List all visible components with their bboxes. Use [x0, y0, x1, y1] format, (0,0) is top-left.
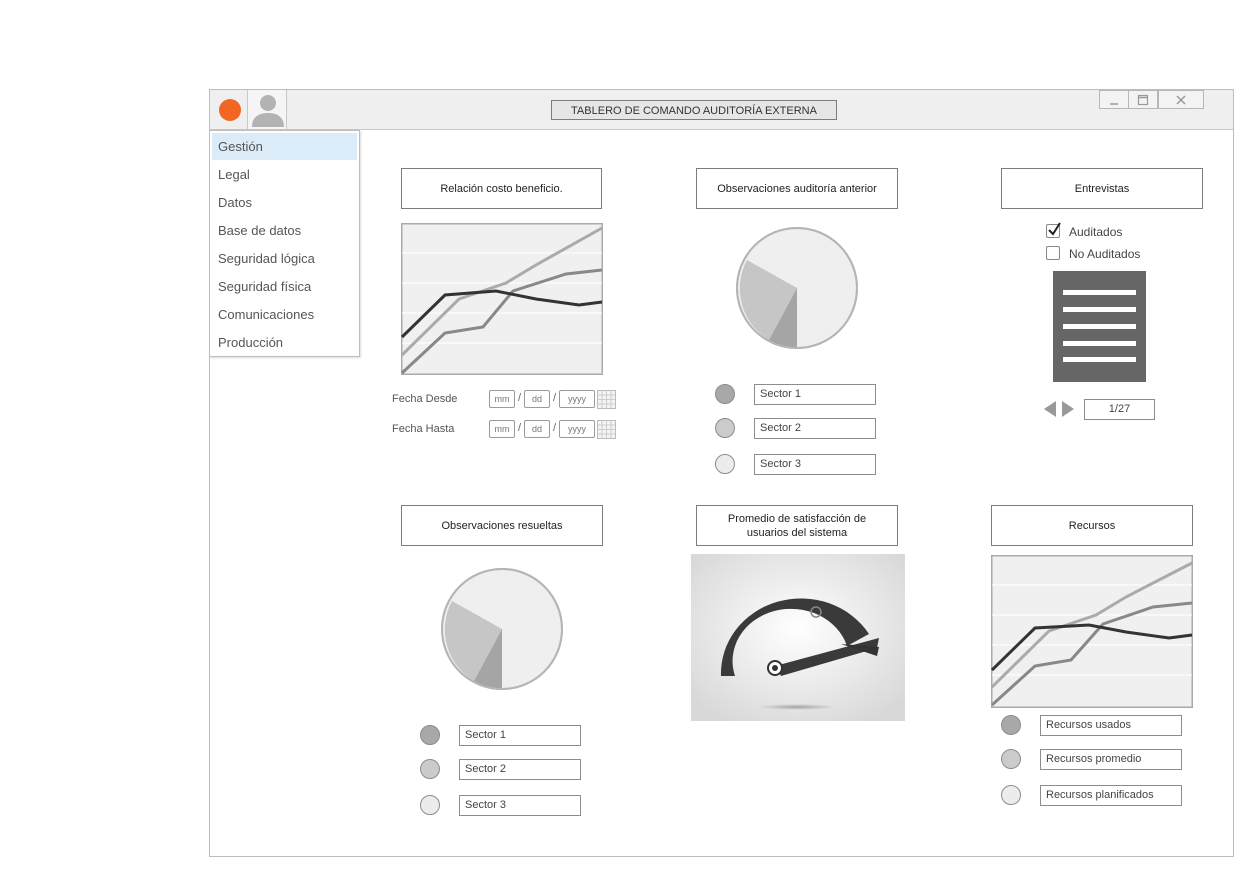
- observaciones-anterior-pie-chart: [736, 227, 858, 349]
- fecha-desde-day[interactable]: dd: [524, 390, 550, 408]
- sector-2-field[interactable]: Sector 2: [459, 759, 581, 780]
- fecha-hasta-label: Fecha Hasta: [392, 423, 455, 435]
- recursos-promedio-field[interactable]: Recursos promedio: [1040, 749, 1182, 770]
- observaciones-resueltas-title: Observaciones resueltas: [401, 505, 603, 546]
- sector-2-radio[interactable]: [715, 418, 735, 438]
- user-icon: [252, 95, 284, 127]
- sidebar-item-produccion[interactable]: Producción: [212, 329, 357, 356]
- observaciones-resueltas-pie-chart: [441, 568, 563, 690]
- recursos-promedio-radio[interactable]: [1001, 749, 1021, 769]
- minimize-icon: [1110, 102, 1118, 105]
- sector-2-radio[interactable]: [420, 759, 440, 779]
- sector-3-field[interactable]: Sector 3: [754, 454, 876, 475]
- recursos-planificados-radio[interactable]: [1001, 785, 1021, 805]
- previous-page-icon[interactable]: [1043, 400, 1057, 418]
- no-auditados-label: No Auditados: [1069, 247, 1141, 261]
- sector-1-field[interactable]: Sector 1: [459, 725, 581, 746]
- satisfaccion-title-line-2: usuarios del sistema: [746, 526, 848, 539]
- fecha-hasta-year[interactable]: yyyy: [559, 420, 595, 438]
- costo-beneficio-title: Relación costo beneficio.: [401, 168, 602, 209]
- auditados-checkbox[interactable]: [1046, 222, 1061, 238]
- next-page-icon[interactable]: [1061, 400, 1075, 418]
- calendar-icon[interactable]: [597, 390, 616, 409]
- satisfaccion-title-line-1: Promedio de satisfacción de: [727, 512, 867, 525]
- minimize-button[interactable]: [1099, 90, 1129, 109]
- sidebar-item-seguridad-logica[interactable]: Seguridad lógica: [212, 245, 357, 272]
- date-separator: /: [553, 392, 557, 404]
- document-icon: [1053, 271, 1146, 382]
- fecha-desde-year[interactable]: yyyy: [559, 390, 595, 408]
- date-separator: /: [553, 422, 557, 434]
- fecha-desde-month[interactable]: mm: [489, 390, 515, 408]
- calendar-icon[interactable]: [597, 420, 616, 439]
- recursos-planificados-field[interactable]: Recursos planificados: [1040, 785, 1182, 806]
- sector-1-radio[interactable]: [420, 725, 440, 745]
- sidebar-menu: Gestión Legal Datos Base de datos Seguri…: [210, 130, 360, 357]
- close-button[interactable]: [1158, 90, 1204, 109]
- checkmark-icon: [1048, 222, 1061, 236]
- fecha-hasta-month[interactable]: mm: [489, 420, 515, 438]
- page-indicator[interactable]: 1/27: [1084, 399, 1155, 420]
- auditados-label: Auditados: [1069, 225, 1123, 239]
- sector-1-field[interactable]: Sector 1: [754, 384, 876, 405]
- speedometer-gauge-icon: [691, 554, 905, 721]
- recursos-line-chart: [991, 555, 1193, 708]
- recursos-usados-field[interactable]: Recursos usados: [1040, 715, 1182, 736]
- sector-3-radio[interactable]: [420, 795, 440, 815]
- sidebar-item-base-de-datos[interactable]: Base de datos: [212, 217, 357, 244]
- date-separator: /: [518, 392, 522, 404]
- close-icon: [1176, 94, 1186, 105]
- maximize-button[interactable]: [1128, 90, 1158, 109]
- satisfaccion-title: Promedio de satisfacción de usuarios del…: [696, 505, 898, 546]
- status-indicator-icon: [219, 99, 241, 121]
- sidebar-item-gestion[interactable]: Gestión: [212, 133, 357, 160]
- sidebar-item-comunicaciones[interactable]: Comunicaciones: [212, 301, 357, 328]
- sector-2-field[interactable]: Sector 2: [754, 418, 876, 439]
- entrevistas-title: Entrevistas: [1001, 168, 1203, 209]
- observaciones-anterior-title: Observaciones auditoría anterior: [696, 168, 898, 209]
- sidebar-item-seguridad-fisica[interactable]: Seguridad física: [212, 273, 357, 300]
- window-title: TABLERO DE COMANDO AUDITORÍA EXTERNA: [551, 100, 837, 120]
- recursos-title: Recursos: [991, 505, 1193, 546]
- recursos-usados-radio[interactable]: [1001, 715, 1021, 735]
- sector-3-field[interactable]: Sector 3: [459, 795, 581, 816]
- costo-beneficio-line-chart: [401, 223, 603, 375]
- sector-3-radio[interactable]: [715, 454, 735, 474]
- sidebar-item-legal[interactable]: Legal: [212, 161, 357, 188]
- fecha-desde-label: Fecha Desde: [392, 393, 458, 405]
- fecha-hasta-day[interactable]: dd: [524, 420, 550, 438]
- date-separator: /: [518, 422, 522, 434]
- avatar[interactable]: [247, 90, 287, 129]
- no-auditados-checkbox[interactable]: [1046, 246, 1060, 260]
- sector-1-radio[interactable]: [715, 384, 735, 404]
- sidebar-item-datos[interactable]: Datos: [212, 189, 357, 216]
- maximize-icon: [1137, 94, 1149, 105]
